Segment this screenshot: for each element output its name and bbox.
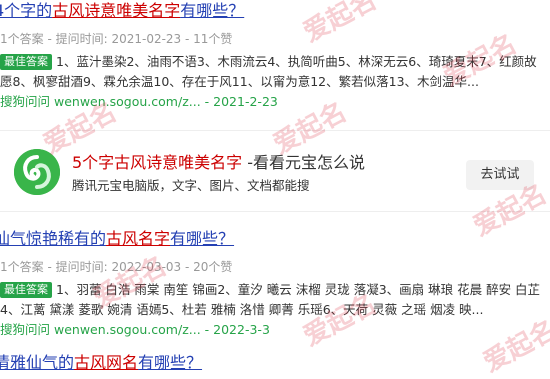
title-suffix: 有哪些？ xyxy=(180,1,245,20)
search-result-1: 4个字的古风诗意唯美名字有哪些？ 1个答案 - 提问时间: 2021-02-23… xyxy=(0,0,550,112)
promo-title-suffix: -看看元宝怎么说 xyxy=(242,153,366,172)
source-url: wenwen.sogou.com/z... xyxy=(54,94,201,109)
source-date: - 2022-3-3 xyxy=(204,322,270,337)
search-result-2: 仙气惊艳稀有的古风名字有哪些？ 1个答案 - 提问时间: 2022-03-03 … xyxy=(0,228,550,340)
best-answer-badge: 最佳答案 xyxy=(0,54,52,70)
title-prefix: 仙气惊艳稀有的 xyxy=(0,229,107,248)
source-url: wenwen.sogou.com/z... xyxy=(54,322,201,337)
yuanbao-logo-icon xyxy=(14,149,60,195)
result-answer: 最佳答案 1、蓝汁墨染2、油雨不语3、木雨流云4、执简听曲5、林深无云6、琦琦夏末… xyxy=(0,52,550,92)
promo-subtitle: 腾讯元宝电脑版，文字、图片、文档都能搜 xyxy=(72,178,310,193)
answer-text: 1、蓝汁墨染2、油雨不语3、木雨流云4、执简听曲5、林深无云6、琦琦夏末7、红颜… xyxy=(0,54,537,89)
try-button[interactable]: 去试试 xyxy=(466,160,534,190)
source-site: 搜狗问问 xyxy=(0,94,51,109)
yuanbao-promo-card[interactable]: 5个字古风诗意唯美名字 -看看元宝怎么说 腾讯元宝电脑版，文字、图片、文档都能搜… xyxy=(0,130,550,212)
title-prefix: 4个字的 xyxy=(0,1,53,20)
result-title-link[interactable]: 清雅仙气的古风网名有哪些？ xyxy=(0,352,550,374)
promo-title[interactable]: 5个字古风诗意唯美名字 -看看元宝怎么说 xyxy=(72,152,365,174)
title-highlight: 古风名字 xyxy=(106,229,171,248)
title-suffix: 有哪些？ xyxy=(138,353,203,372)
source-date: - 2021-2-23 xyxy=(204,94,278,109)
result-title-link[interactable]: 仙气惊艳稀有的古风名字有哪些？ xyxy=(0,228,550,250)
result-source[interactable]: 搜狗问问 wenwen.sogou.com/z... - 2022-3-3 xyxy=(0,320,550,340)
promo-title-highlight: 5个字古风诗意唯美名字 xyxy=(72,153,243,172)
title-highlight: 古风网名 xyxy=(74,353,139,372)
result-title-link[interactable]: 4个字的古风诗意唯美名字有哪些？ xyxy=(0,0,550,22)
answer-text: 1、羽蕾 白浩 雨棠 南笙 锦画2、童汐 曦云 沫榴 灵珑 落凝3、画扇 琳琅 … xyxy=(0,282,541,317)
title-highlight: 古风诗意唯美名字 xyxy=(52,1,181,20)
source-site: 搜狗问问 xyxy=(0,322,51,337)
result-meta: 1个答案 - 提问时间: 2021-02-23 - 11个赞 xyxy=(0,32,233,46)
search-result-3: 清雅仙气的古风网名有哪些？ xyxy=(0,352,550,374)
result-source[interactable]: 搜狗问问 wenwen.sogou.com/z... - 2021-2-23 xyxy=(0,92,550,112)
result-answer: 最佳答案 1、羽蕾 白浩 雨棠 南笙 锦画2、童汐 曦云 沫榴 灵珑 落凝3、画扇… xyxy=(0,280,550,320)
best-answer-badge: 最佳答案 xyxy=(0,282,52,298)
result-meta: 1个答案 - 提问时间: 2022-03-03 - 20个赞 xyxy=(0,260,233,274)
title-suffix: 有哪些？ xyxy=(170,229,235,248)
title-prefix: 清雅仙气的 xyxy=(0,353,75,372)
